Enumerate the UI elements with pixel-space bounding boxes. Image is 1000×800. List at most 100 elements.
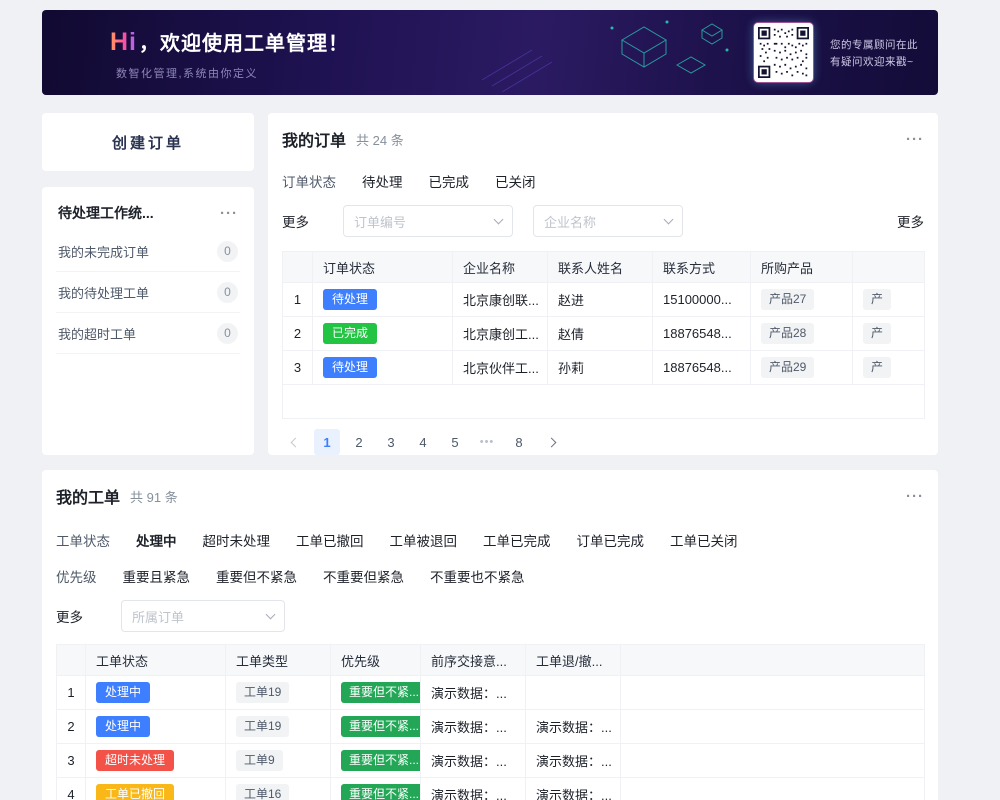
type-tag: 工单19: [236, 682, 289, 703]
cell-company: 北京伙伴工...: [453, 351, 548, 385]
stats-item-label: 我的未完成订单: [58, 242, 149, 261]
table-row[interactable]: 3 待处理 北京伙伴工... 孙莉 18876548... 产品29 产: [283, 351, 925, 385]
orders-table: 订单状态 企业名称 联系人姓名 联系方式 所购产品 1 待处理 北京康创联...…: [282, 251, 925, 419]
my-workorders-card: 我的工单 共 91 条 ··· 工单状态 处理中 超时未处理 工单已撤回 工单被…: [42, 470, 938, 800]
page-button-3[interactable]: 3: [378, 429, 404, 455]
filter-option-overtime[interactable]: 超时未处理: [203, 530, 271, 550]
cell-handover: 演示数据：...: [421, 778, 526, 800]
page-button-last[interactable]: 8: [506, 429, 532, 455]
pagination: 1 2 3 4 5 ••• 8: [282, 429, 924, 455]
priority-filter-label: 优先级: [56, 566, 97, 586]
filter-option-closed[interactable]: 已关闭: [495, 171, 536, 191]
filter-option-order-done[interactable]: 订单已完成: [577, 530, 645, 550]
stats-item-unfinished-orders[interactable]: 我的未完成订单 0: [56, 231, 240, 272]
more-filters-link[interactable]: 更多: [282, 211, 309, 231]
cell-phone: 15100000...: [653, 283, 751, 317]
cell-wo-status: 工单已撤回: [86, 778, 226, 800]
table-row[interactable]: 1 待处理 北京康创联... 赵进 15100000... 产品27 产: [283, 283, 925, 317]
row-index: 3: [283, 351, 313, 385]
header-index: [283, 252, 313, 283]
workorder-status-filter: 工单状态 处理中 超时未处理 工单已撤回 工单被退回 工单已完成 订单已完成 工…: [56, 530, 924, 550]
workorders-card-title: 我的工单: [56, 484, 120, 508]
cell-overflow: [621, 744, 925, 778]
cell-products-overflow: 产: [853, 351, 925, 385]
type-tag: 工单19: [236, 716, 289, 737]
cell-handover: 演示数据：...: [421, 710, 526, 744]
priority-option-notimportant-urgent[interactable]: 不重要但紧急: [323, 566, 404, 586]
banner-title: Hi ，欢迎使用工单管理！: [110, 27, 349, 57]
priority-option-notimportant-noturgent[interactable]: 不重要也不紧急: [430, 566, 525, 586]
header-company: 企业名称: [453, 252, 548, 283]
stats-item-label: 我的超时工单: [58, 324, 136, 343]
status-badge: 超时未处理: [96, 750, 174, 771]
product-tag: 产: [863, 357, 891, 378]
page-button-4[interactable]: 4: [410, 429, 436, 455]
cell-priority: 重要但不紧...: [331, 744, 421, 778]
more-icon[interactable]: ···: [220, 206, 238, 221]
company-select[interactable]: 企业名称: [533, 205, 683, 237]
status-badge: 处理中: [96, 716, 150, 737]
cell-wo-type: 工单16: [226, 778, 331, 800]
status-badge: 处理中: [96, 682, 150, 703]
cell-overflow: [621, 676, 925, 710]
header-phone: 联系方式: [653, 252, 751, 283]
cell-wo-type: 工单19: [226, 676, 331, 710]
welcome-banner: Hi ，欢迎使用工单管理！ 数智化管理,系统由你定义 您的专属顾问在此: [42, 10, 938, 95]
filter-option-done[interactable]: 已完成: [429, 171, 470, 191]
order-no-select[interactable]: 订单编号: [343, 205, 513, 237]
table-row[interactable]: 2 已完成 北京康创工... 赵倩 18876548... 产品28 产: [283, 317, 925, 351]
filter-option-pending[interactable]: 待处理: [362, 171, 403, 191]
count-badge: 0: [217, 282, 238, 303]
filter-option-withdrawn[interactable]: 工单已撤回: [296, 530, 364, 550]
header-index: [57, 645, 86, 676]
product-tag: 产品29: [761, 357, 814, 378]
table-row[interactable]: 3 超时未处理 工单9 重要但不紧... 演示数据：... 演示数据：...: [57, 744, 925, 778]
table-row[interactable]: 2 处理中 工单19 重要但不紧... 演示数据：... 演示数据：...: [57, 710, 925, 744]
cell-products-overflow: 产: [853, 283, 925, 317]
cell-order-status: 待处理: [313, 283, 453, 317]
cell-wo-status: 超时未处理: [86, 744, 226, 778]
filter-option-wo-done[interactable]: 工单已完成: [483, 530, 551, 550]
order-status-filter-label: 订单状态: [282, 171, 336, 191]
more-icon[interactable]: ···: [906, 489, 924, 504]
priority-option-important-noturgent[interactable]: 重要但不紧急: [216, 566, 297, 586]
row-index: 1: [57, 676, 86, 710]
filter-option-wo-closed[interactable]: 工单已关闭: [670, 530, 738, 550]
status-badge: 待处理: [323, 289, 377, 310]
product-tag: 产品28: [761, 323, 814, 344]
chevron-down-icon: [266, 610, 276, 620]
more-icon[interactable]: ···: [906, 132, 924, 147]
chevron-left-icon[interactable]: [282, 429, 308, 455]
parent-order-select[interactable]: 所属订单: [121, 600, 285, 632]
cell-overflow: [621, 778, 925, 800]
page-button-2[interactable]: 2: [346, 429, 372, 455]
cell-wo-type: 工单9: [226, 744, 331, 778]
pagination-ellipsis[interactable]: •••: [474, 429, 500, 455]
row-index: 2: [57, 710, 86, 744]
create-order-button[interactable]: 创建订单: [42, 113, 254, 171]
filter-option-processing[interactable]: 处理中: [136, 530, 177, 550]
priority-option-important-urgent[interactable]: 重要且紧急: [123, 566, 191, 586]
cell-company: 北京康创工...: [453, 317, 548, 351]
chevron-right-icon[interactable]: [538, 429, 564, 455]
table-row[interactable]: 4 工单已撤回 工单16 重要但不紧... 演示数据：... 演示数据：...: [57, 778, 925, 800]
cell-handover: 演示数据：...: [421, 676, 526, 710]
header-order-status: 订单状态: [313, 252, 453, 283]
stats-item-label: 我的待处理工单: [58, 283, 149, 302]
more-filters-link[interactable]: 更多: [56, 606, 83, 626]
more-link-right[interactable]: 更多: [897, 211, 924, 231]
cell-products: 产品27: [751, 283, 853, 317]
stats-item-overtime-workorders[interactable]: 我的超时工单 0: [56, 313, 240, 354]
page-button-1[interactable]: 1: [314, 429, 340, 455]
stats-item-pending-workorders[interactable]: 我的待处理工单 0: [56, 272, 240, 313]
product-tag: 产: [863, 289, 891, 310]
filter-option-returned[interactable]: 工单被退回: [390, 530, 458, 550]
cell-contact: 赵倩: [548, 317, 653, 351]
header-overflow: [853, 252, 925, 283]
table-row[interactable]: 1 处理中 工单19 重要但不紧... 演示数据：...: [57, 676, 925, 710]
banner-hi-text: Hi: [110, 28, 137, 57]
cell-priority: 重要但不紧...: [331, 676, 421, 710]
header-priority: 优先级: [331, 645, 421, 676]
header-contact: 联系人姓名: [548, 252, 653, 283]
page-button-5[interactable]: 5: [442, 429, 468, 455]
